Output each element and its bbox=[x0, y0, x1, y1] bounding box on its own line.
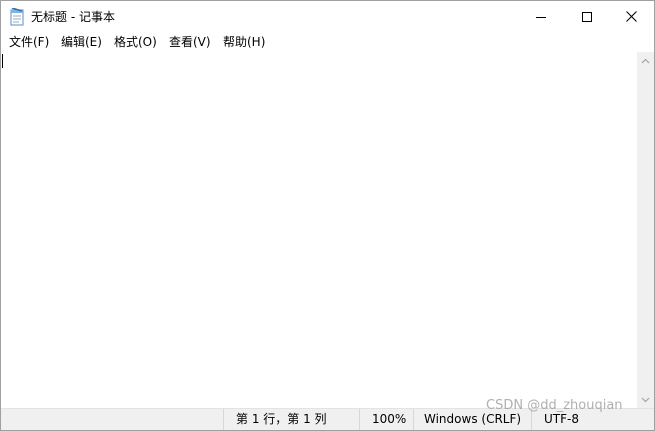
menu-file[interactable]: 文件(F) bbox=[9, 34, 49, 50]
window-title: 无标题 - 记事本 bbox=[31, 10, 115, 24]
chevron-down-icon bbox=[641, 397, 650, 402]
maximize-icon bbox=[582, 11, 592, 22]
menu-edit[interactable]: 编辑(E) bbox=[61, 34, 102, 50]
notepad-icon bbox=[9, 7, 25, 26]
zoom-level: 100% bbox=[359, 409, 413, 430]
minimize-icon bbox=[536, 16, 546, 18]
notepad-window: 无标题 - 记事本 文件(F) 编辑(E) 格式(O) 查看(V) 帮助(H) bbox=[0, 0, 655, 431]
watermark: CSDN @dd_zhouqian bbox=[486, 398, 623, 413]
scroll-down-button[interactable] bbox=[637, 391, 654, 408]
chevron-up-icon bbox=[641, 58, 650, 63]
title-bar[interactable]: 无标题 - 记事本 bbox=[1, 1, 654, 32]
cursor-position: 第 1 行，第 1 列 bbox=[223, 409, 359, 430]
maximize-button[interactable] bbox=[564, 1, 610, 32]
scroll-up-button[interactable] bbox=[637, 52, 654, 69]
menu-bar: 文件(F) 编辑(E) 格式(O) 查看(V) 帮助(H) bbox=[1, 32, 654, 52]
menu-format[interactable]: 格式(O) bbox=[114, 34, 157, 50]
menu-help[interactable]: 帮助(H) bbox=[223, 34, 265, 50]
menu-view[interactable]: 查看(V) bbox=[169, 34, 211, 50]
vertical-scrollbar[interactable] bbox=[637, 52, 654, 408]
close-button[interactable] bbox=[608, 1, 654, 32]
close-icon bbox=[625, 11, 637, 22]
minimize-button[interactable] bbox=[518, 1, 564, 32]
text-caret bbox=[2, 54, 3, 68]
text-editor[interactable] bbox=[1, 52, 637, 408]
